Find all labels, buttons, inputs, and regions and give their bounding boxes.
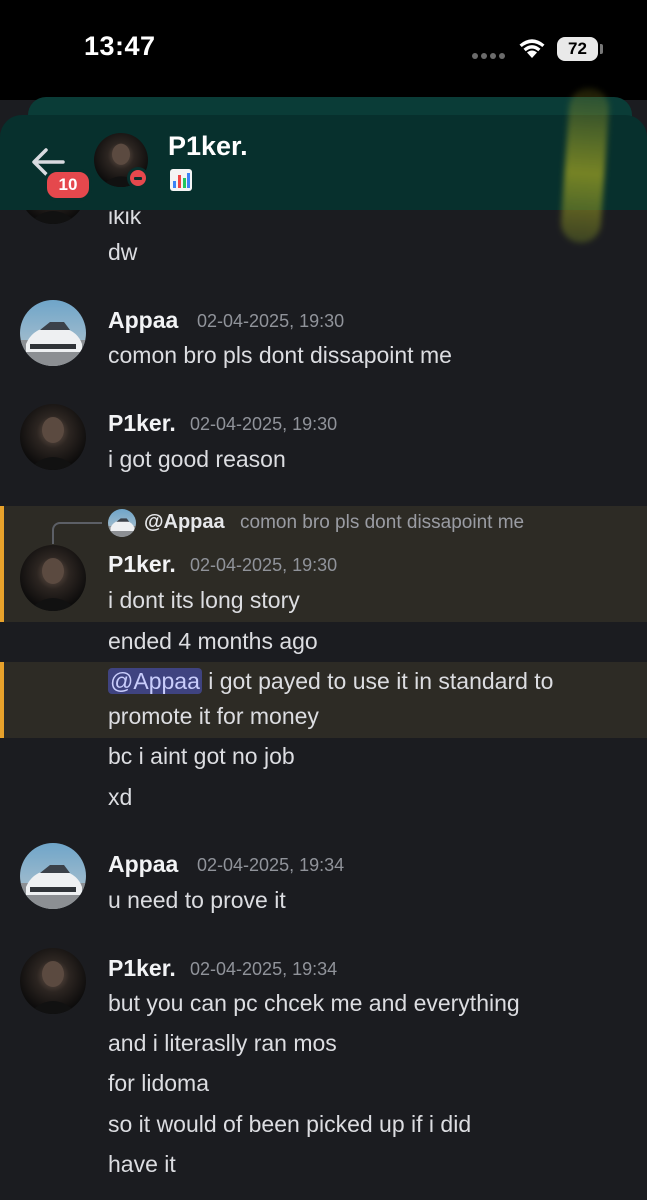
message-timestamp: 02-04-2025, 19:34 — [190, 959, 338, 979]
message-author[interactable]: P1ker. — [108, 410, 176, 437]
do-not-disturb-icon — [127, 167, 149, 189]
message-text: have it — [108, 1151, 176, 1177]
message-text: i dont its long story — [108, 587, 300, 613]
channel-header: 10 P1ker. — [0, 115, 647, 210]
reply-connector — [52, 522, 102, 544]
battery-tip — [600, 44, 603, 54]
user-avatar[interactable] — [20, 404, 86, 470]
message-text: comon bro pls dont dissapoint me — [108, 342, 452, 368]
user-mention[interactable]: @Appaa — [108, 668, 202, 694]
message-text: ended 4 months ago — [108, 628, 318, 654]
message-text-rest: i got payed to use it in standard to — [201, 668, 554, 694]
message-text: i got good reason — [108, 446, 286, 472]
notification-badge: 10 — [44, 169, 92, 201]
reply-author[interactable]: @Appaa — [144, 511, 225, 534]
message-text: but you can pc chcek me and everything — [108, 990, 520, 1016]
message-timestamp: 02-04-2025, 19:30 — [197, 311, 345, 331]
message-text: dw — [108, 239, 138, 265]
highlight-bar — [0, 506, 4, 622]
message-text: bc i aint got no job — [108, 743, 295, 769]
message-timestamp: 02-04-2025, 19:34 — [197, 855, 345, 875]
message-timestamp: 02-04-2025, 19:30 — [190, 414, 338, 434]
message-text: so it would of been picked up if i did — [108, 1111, 472, 1137]
user-avatar[interactable] — [20, 300, 86, 366]
message-author[interactable]: P1ker. — [108, 955, 176, 982]
message-text: promote it for money — [108, 703, 319, 729]
message-author[interactable]: P1ker. — [108, 551, 176, 578]
status-time: 13:47 — [84, 31, 156, 61]
message-text: @Appaa i got payed to use it in standard… — [108, 668, 553, 695]
header-username[interactable]: P1ker. — [168, 131, 248, 162]
message-timestamp: 02-04-2025, 19:30 — [190, 555, 338, 575]
message-text: u need to prove it — [108, 887, 286, 913]
reply-avatar — [108, 509, 136, 537]
user-avatar[interactable] — [20, 843, 86, 909]
message-text: xd — [108, 784, 133, 810]
battery-indicator: 72 — [557, 37, 598, 61]
cellular-signal-icon — [472, 53, 505, 59]
wifi-icon — [519, 39, 545, 58]
user-avatar[interactable] — [20, 545, 86, 611]
message-author[interactable]: Appaa — [108, 851, 178, 878]
highlight-bar — [0, 662, 4, 738]
bar-chart-emoji-icon — [170, 169, 192, 191]
message-author[interactable]: Appaa — [108, 307, 178, 334]
message-text: for lidoma — [108, 1070, 209, 1096]
status-bar: 13:47 72 — [0, 0, 647, 100]
message-text: and i literaslly ran mos — [108, 1030, 337, 1056]
reply-preview-text[interactable]: comon bro pls dont dissapoint me — [240, 512, 524, 534]
user-avatar[interactable] — [20, 948, 86, 1014]
